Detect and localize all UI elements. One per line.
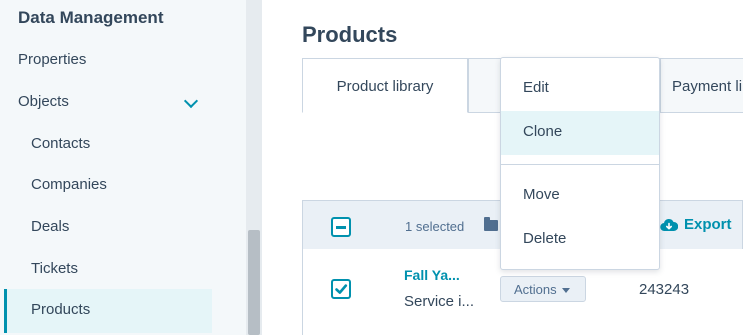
tab-payment-links[interactable]: Payment li	[660, 58, 743, 113]
folder-icon[interactable]	[484, 217, 498, 231]
product-id: 243243	[639, 281, 690, 298]
sidebar-item-label: Products	[31, 301, 91, 318]
sidebar-item-tickets[interactable]: Tickets	[31, 260, 78, 277]
checkbox-checked-icon[interactable]	[331, 279, 351, 299]
sidebar-item-products[interactable]: Products	[4, 289, 212, 333]
actions-button[interactable]: Actions	[500, 276, 586, 302]
sidebar-item-companies[interactable]: Companies	[31, 176, 107, 193]
check-icon	[335, 284, 348, 294]
menu-item-edit[interactable]: Edit	[501, 67, 659, 111]
sidebar-item-properties[interactable]: Properties	[18, 51, 86, 68]
sidebar-item-contacts[interactable]: Contacts	[31, 135, 90, 152]
caret-down-icon	[562, 288, 570, 293]
sidebar-heading: Data Management	[18, 8, 164, 27]
sidebar: Data Management Properties Objects Conta…	[0, 0, 262, 335]
sidebar-item-label: Objects	[18, 93, 69, 110]
checkbox-indeterminate-icon[interactable]	[331, 217, 351, 237]
cloud-download-icon	[660, 218, 678, 232]
sidebar-scrollbar-thumb[interactable]	[248, 230, 260, 335]
actions-label: Actions	[514, 282, 557, 297]
export-button[interactable]: Export	[660, 216, 732, 233]
sidebar-item-objects[interactable]: Objects	[18, 93, 208, 113]
export-label: Export	[684, 216, 732, 233]
product-description: Service i...	[404, 293, 475, 310]
menu-divider	[501, 164, 659, 165]
chevron-down-icon[interactable]	[183, 93, 199, 109]
menu-item-clone[interactable]: Clone	[501, 111, 659, 155]
tab-product-library[interactable]: Product library	[302, 58, 468, 113]
menu-item-move[interactable]: Move	[501, 174, 659, 218]
sidebar-item-deals[interactable]: Deals	[31, 218, 69, 235]
selected-count: 1 selected	[405, 219, 465, 234]
actions-dropdown-menu: Edit Clone Move Delete	[500, 57, 660, 270]
menu-item-delete[interactable]: Delete	[501, 218, 659, 262]
page-title: Products	[302, 22, 398, 47]
product-name-link[interactable]: Fall Ya...	[404, 267, 460, 283]
